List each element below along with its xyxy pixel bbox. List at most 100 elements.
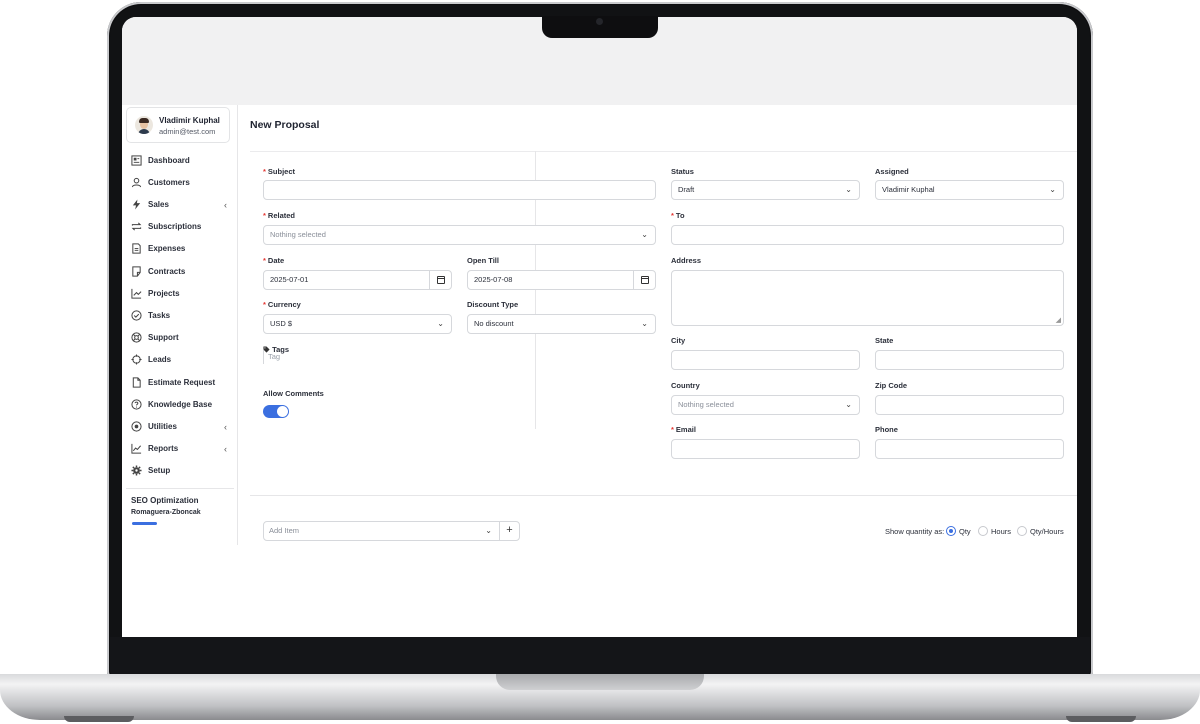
- sidebar-item-label: Reports: [148, 444, 179, 453]
- country-label: Country: [671, 381, 700, 390]
- status-select[interactable]: Draft ⌄: [671, 180, 860, 200]
- sidebar-item-label: Knowledge Base: [148, 400, 213, 409]
- discount-type-label: Discount Type: [467, 300, 519, 309]
- laptop-foot-right: [1066, 716, 1136, 722]
- qty-hours-radio[interactable]: [1017, 526, 1027, 536]
- chevron-down-icon: ⌄: [845, 400, 852, 409]
- address-label: Address: [671, 256, 702, 265]
- chevron-down-icon: ⌄: [1049, 185, 1056, 194]
- dashboard-icon: [131, 155, 142, 166]
- discount-type-select[interactable]: No discount ⌄: [467, 314, 656, 334]
- city-field[interactable]: [671, 350, 860, 370]
- toggle-knob: [277, 406, 288, 417]
- chevron-down-icon: ⌄: [485, 526, 492, 535]
- target-icon: [131, 354, 142, 365]
- repeat-icon: [131, 222, 142, 231]
- subject-field[interactable]: [263, 180, 656, 200]
- sidebar-item-label: Customers: [148, 178, 190, 187]
- app-window: Vladimir Kuphal admin@test.com Dashboard…: [122, 105, 1077, 637]
- chevron-left-icon: ‹: [224, 422, 227, 432]
- assigned-select[interactable]: Vladimir Kuphal ⌄: [875, 180, 1064, 200]
- record-icon: [131, 421, 142, 432]
- assigned-label: Assigned: [875, 167, 909, 176]
- date-field[interactable]: 2025-07-01: [263, 270, 452, 290]
- currency-label: * Currency: [263, 300, 301, 309]
- sidebar-item-setup[interactable]: Setup: [122, 463, 238, 481]
- project-client: Romaguera-Zboncak: [131, 509, 201, 516]
- sidebar-item-customers[interactable]: Customers: [122, 175, 238, 193]
- chevron-left-icon: ‹: [224, 444, 227, 454]
- lifebuoy-icon: [131, 332, 142, 343]
- currency-select[interactable]: USD $ ⌄: [263, 314, 452, 334]
- calendar-button[interactable]: [429, 271, 451, 289]
- bolt-icon: [132, 199, 141, 210]
- sidebar-item-projects[interactable]: Projects: [122, 286, 238, 304]
- qty-hours-radio-label[interactable]: Qty/Hours: [1030, 527, 1064, 536]
- sidebar: Vladimir Kuphal admin@test.com Dashboard…: [122, 105, 238, 545]
- laptop-mockup: Vladimir Kuphal admin@test.com Dashboard…: [0, 0, 1200, 724]
- sidebar-item-utilities[interactable]: Utilities ‹: [122, 419, 238, 437]
- qty-radio[interactable]: [946, 526, 956, 536]
- laptop-opening-notch: [496, 674, 704, 690]
- section-divider: [250, 495, 1077, 496]
- sidebar-item-label: Tasks: [148, 311, 171, 320]
- sidebar-item-reports[interactable]: Reports ‹: [122, 441, 238, 459]
- sidebar-item-leads[interactable]: Leads: [122, 352, 238, 370]
- sidebar-item-label: Expenses: [148, 244, 186, 253]
- sidebar-item-knowledge-base[interactable]: Knowledge Base: [122, 397, 238, 415]
- sidebar-item-subscriptions[interactable]: Subscriptions: [122, 219, 238, 237]
- resize-handle-icon[interactable]: ◢: [1056, 316, 1061, 324]
- project-title[interactable]: SEO Optimization: [131, 496, 199, 505]
- contract-icon: [132, 266, 141, 277]
- allow-comments-toggle[interactable]: [263, 405, 289, 418]
- chevron-down-icon: ⌄: [641, 230, 648, 239]
- zip-code-field[interactable]: [875, 395, 1064, 415]
- sidebar-item-expenses[interactable]: Expenses: [122, 241, 238, 259]
- sidebar-item-label: Utilities: [148, 422, 177, 431]
- open-till-label: Open Till: [467, 256, 499, 265]
- to-field[interactable]: [671, 225, 1064, 245]
- add-item-select[interactable]: Add Item ⌄ +: [263, 521, 520, 541]
- hours-radio-label[interactable]: Hours: [991, 527, 1011, 536]
- sidebar-item-support[interactable]: Support: [122, 330, 238, 348]
- date-label: * Date: [263, 256, 285, 265]
- sidebar-item-estimate-request[interactable]: Estimate Request: [122, 375, 238, 393]
- state-field[interactable]: [875, 350, 1064, 370]
- sidebar-item-label: Projects: [148, 289, 180, 298]
- phone-label: Phone: [875, 425, 898, 434]
- chevron-down-icon: ⌄: [845, 185, 852, 194]
- user-email: admin@test.com: [159, 127, 216, 136]
- allow-comments-label: Allow Comments: [263, 389, 324, 398]
- user-icon: [131, 177, 142, 188]
- address-textarea[interactable]: ◢: [671, 270, 1064, 326]
- state-label: State: [875, 336, 894, 345]
- related-select[interactable]: Nothing selected ⌄: [263, 225, 656, 245]
- sidebar-item-sales[interactable]: Sales ‹: [122, 197, 238, 215]
- sidebar-item-label: Sales: [148, 200, 169, 209]
- document-icon: [132, 243, 141, 254]
- avatar: [135, 116, 153, 134]
- sidebar-item-dashboard[interactable]: Dashboard: [122, 153, 238, 171]
- screen: Vladimir Kuphal admin@test.com Dashboard…: [122, 17, 1077, 637]
- sidebar-item-label: Support: [148, 333, 179, 342]
- tags-input[interactable]: Tag: [263, 350, 280, 364]
- hours-radio[interactable]: [978, 526, 988, 536]
- gear-icon: [131, 465, 142, 476]
- file-icon: [132, 377, 141, 388]
- project-progress-bar: [132, 522, 157, 525]
- qty-radio-label[interactable]: Qty: [959, 527, 971, 536]
- country-select[interactable]: Nothing selected ⌄: [671, 395, 860, 415]
- sidebar-item-tasks[interactable]: Tasks: [122, 308, 238, 326]
- laptop-chin: [110, 637, 1090, 675]
- sidebar-item-label: Setup: [148, 466, 171, 475]
- subject-label: * Subject: [263, 167, 296, 176]
- calendar-button[interactable]: [633, 271, 655, 289]
- question-icon: [131, 399, 142, 410]
- user-card[interactable]: Vladimir Kuphal admin@test.com: [126, 107, 230, 143]
- phone-field[interactable]: [875, 439, 1064, 459]
- page-title: New Proposal: [250, 119, 320, 131]
- email-field[interactable]: [671, 439, 860, 459]
- add-item-button[interactable]: +: [499, 522, 519, 540]
- sidebar-item-contracts[interactable]: Contracts: [122, 264, 238, 282]
- open-till-field[interactable]: 2025-07-08: [467, 270, 656, 290]
